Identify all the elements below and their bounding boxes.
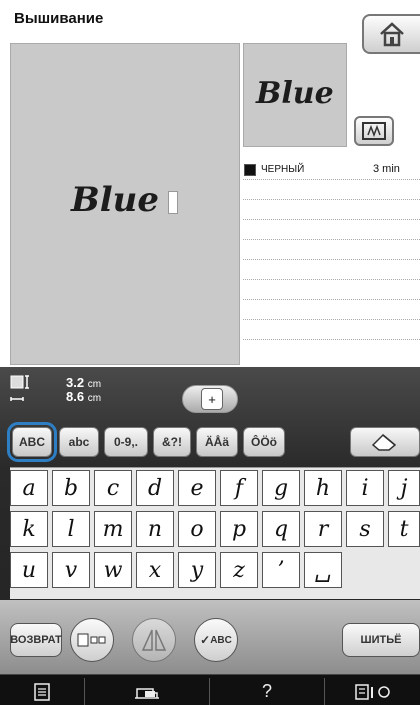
pattern-height-value: 3.2: [66, 375, 85, 390]
embroidery-canvas[interactable]: Blue: [10, 43, 240, 365]
empty-color-row: [243, 260, 420, 280]
font-tab-lowercase[interactable]: abc: [59, 427, 99, 457]
pattern-preview: Blue: [243, 43, 347, 147]
key-d[interactable]: d: [136, 470, 174, 506]
array-icon: [77, 633, 106, 647]
delete-button[interactable]: [350, 427, 420, 457]
back-button[interactable]: ВОЗВРАТ: [10, 623, 62, 657]
key-q[interactable]: q: [262, 511, 300, 547]
empty-color-row: [243, 280, 420, 300]
key-t[interactable]: t: [388, 511, 420, 547]
font-tab-uppercase[interactable]: ABC: [7, 422, 57, 462]
key-i[interactable]: i: [346, 470, 384, 506]
thread-color-name: ЧЕРНЫЙ: [261, 164, 305, 175]
key-l[interactable]: l: [52, 511, 90, 547]
pattern-width-unit: cm: [87, 393, 102, 404]
key-h[interactable]: h: [304, 470, 342, 506]
font-tab-accented-a[interactable]: ÄÅä: [196, 427, 238, 457]
key-v[interactable]: v: [52, 552, 90, 588]
array-button[interactable]: [70, 618, 114, 662]
key-x[interactable]: x: [136, 552, 174, 588]
key-g[interactable]: g: [262, 470, 300, 506]
key-w[interactable]: w: [94, 552, 132, 588]
empty-color-row: [243, 240, 420, 260]
thread-color-swatch: [244, 164, 256, 176]
key-a[interactable]: a: [10, 470, 48, 506]
key-s[interactable]: s: [346, 511, 384, 547]
footer-page-button[interactable]: [0, 678, 84, 705]
key-p[interactable]: p: [220, 511, 258, 547]
mirror-button[interactable]: [132, 618, 176, 662]
font-tab-numbers[interactable]: 0-9,.: [104, 427, 148, 457]
pattern-size-icon: [10, 375, 29, 401]
font-tab-accented-o[interactable]: ÔÖö: [243, 427, 285, 457]
eraser-icon: [371, 433, 397, 451]
pattern-width-value: 8.6: [66, 389, 85, 404]
key-n[interactable]: n: [136, 511, 174, 547]
key-j[interactable]: j: [388, 470, 420, 506]
plus-icon: +: [201, 388, 223, 410]
character-keyboard: a b c d e f g h i j k l m n o p q r s t …: [10, 467, 420, 599]
preview-pattern-text: Blue: [256, 76, 334, 111]
key-apostrophe[interactable]: ’: [262, 552, 300, 588]
sew-button[interactable]: ШИТЬЁ: [342, 623, 420, 657]
key-o[interactable]: o: [178, 511, 216, 547]
check-pattern-label: ABC: [210, 634, 232, 646]
key-c[interactable]: c: [94, 470, 132, 506]
embroidery-frame-button[interactable]: [354, 116, 394, 146]
pattern-width: 8.6 cm: [66, 389, 101, 404]
home-icon: [380, 22, 404, 47]
help-button[interactable]: ?: [210, 678, 324, 705]
empty-color-row: [243, 320, 420, 340]
font-tab-symbols[interactable]: &?!: [153, 427, 191, 457]
settings-icon: [354, 683, 390, 700]
pattern-height: 3.2 cm: [66, 375, 101, 390]
empty-color-row: [243, 200, 420, 220]
canvas-pattern-text: Blue: [71, 180, 160, 220]
key-b[interactable]: b: [52, 470, 90, 506]
thread-color-list[interactable]: ЧЕРНЫЙ 3 min: [243, 160, 420, 365]
key-z[interactable]: z: [220, 552, 258, 588]
empty-color-row: [243, 300, 420, 320]
key-e[interactable]: e: [178, 470, 216, 506]
empty-color-row: [243, 180, 420, 200]
empty-color-row: [243, 220, 420, 240]
key-r[interactable]: r: [304, 511, 342, 547]
text-cursor: [168, 191, 178, 214]
check-pattern-button[interactable]: ✓ ABC: [194, 618, 238, 662]
key-space[interactable]: ␣: [304, 552, 342, 588]
view-mode-toggle[interactable]: +: [182, 385, 238, 413]
key-k[interactable]: k: [10, 511, 48, 547]
key-f[interactable]: f: [220, 470, 258, 506]
thread-color-time: 3 min: [373, 163, 400, 175]
page-title: Вышивание: [14, 10, 104, 27]
document-icon: [34, 682, 50, 701]
settings-button[interactable]: [325, 678, 420, 705]
home-button[interactable]: [362, 14, 420, 54]
embroidery-frame-icon: [362, 122, 386, 140]
sewing-machine-icon: [135, 687, 159, 699]
mirror-icon: [141, 629, 167, 651]
key-y[interactable]: y: [178, 552, 216, 588]
thread-color-row[interactable]: ЧЕРНЫЙ 3 min: [243, 160, 420, 180]
check-icon: ✓: [200, 633, 211, 647]
key-u[interactable]: u: [10, 552, 48, 588]
key-m[interactable]: m: [94, 511, 132, 547]
footer-machine-button[interactable]: [85, 678, 209, 705]
